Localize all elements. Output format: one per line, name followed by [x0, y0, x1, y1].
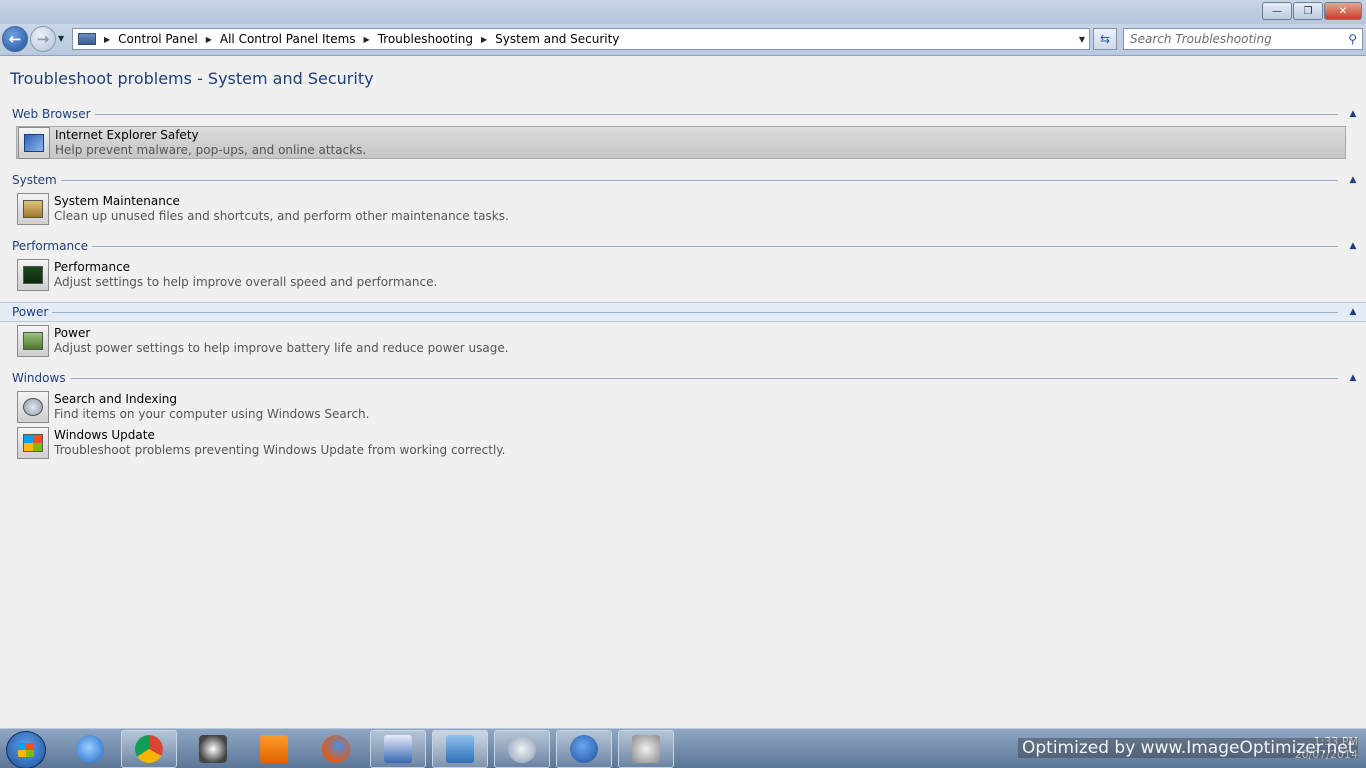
collapse-icon[interactable]: ▲ — [1346, 175, 1360, 185]
group-header-performance[interactable]: Performance ▲ — [0, 236, 1366, 256]
chevron-right-icon[interactable]: ▶ — [481, 35, 487, 44]
taskbar-help[interactable] — [556, 730, 612, 768]
taskbar-troubleshooting[interactable] — [494, 730, 550, 768]
vlc-icon — [260, 735, 288, 763]
internet-explorer-icon — [76, 735, 104, 763]
firefox-icon — [322, 735, 350, 763]
item-title: Performance — [54, 259, 131, 274]
search-placeholder: Search Troubleshooting — [1130, 32, 1272, 46]
item-title: Internet Explorer Safety — [55, 127, 199, 142]
item-title: Search and Indexing — [54, 391, 178, 406]
item-description: Help prevent malware, pop-ups, and onlin… — [55, 142, 367, 157]
collapse-icon[interactable]: ▲ — [1346, 307, 1360, 317]
word-icon — [384, 735, 412, 763]
group-title: System — [12, 173, 57, 187]
chevron-right-icon[interactable]: ▶ — [364, 35, 370, 44]
breadcrumb-all-items[interactable]: All Control Panel Items — [220, 32, 356, 46]
item-title: System Maintenance — [54, 193, 180, 208]
item-title: Power — [54, 325, 91, 340]
help-icon — [570, 735, 598, 763]
group-divider — [94, 113, 1338, 115]
back-button[interactable]: ← — [2, 26, 28, 52]
item-title: Windows Update — [54, 427, 155, 442]
power-icon — [17, 324, 49, 357]
group-title: Performance — [12, 239, 89, 253]
search-icon[interactable]: ⚲ — [1348, 32, 1357, 46]
start-button[interactable] — [6, 731, 46, 768]
collapse-icon[interactable]: ▲ — [1346, 373, 1360, 383]
control-panel-icon — [78, 33, 96, 45]
address-bar[interactable]: ▶ Control Panel ▶ All Control Panel Item… — [72, 28, 1090, 50]
group-header-power[interactable]: Power ▲ — [0, 302, 1366, 322]
refresh-icon: ⇆ — [1099, 32, 1111, 46]
group-divider — [69, 377, 1338, 379]
list-item[interactable]: Search and Indexing Find items on your c… — [16, 390, 1346, 423]
breadcrumb-troubleshooting[interactable]: Troubleshooting — [378, 32, 473, 46]
arrow-right-icon: → — [36, 30, 50, 48]
item-description: Adjust power settings to help improve ba… — [54, 340, 509, 355]
group-title: Web Browser — [12, 107, 91, 121]
search-indexing-icon — [17, 390, 49, 423]
watermark: Optimized by www.ImageOptimizer.net — [1018, 738, 1359, 758]
title-bar: — ❐ ✕ — [0, 0, 1366, 24]
windows-update-icon — [17, 426, 49, 459]
page-title: Troubleshoot problems - System and Secur… — [10, 69, 374, 88]
item-description: Find items on your computer using Window… — [54, 406, 370, 421]
arrow-left-icon: ← — [8, 30, 22, 48]
breadcrumb-control-panel[interactable]: Control Panel — [118, 32, 198, 46]
navigation-bar: ← → ▼ ▶ Control Panel ▶ All Control Pane… — [0, 24, 1366, 56]
group-header-web-browser[interactable]: Web Browser ▲ — [0, 104, 1366, 124]
taskbar-internet-explorer[interactable] — [62, 730, 118, 768]
search-input[interactable]: Search Troubleshooting ⚲ — [1123, 28, 1363, 50]
taskbar-vlc[interactable] — [246, 730, 302, 768]
refresh-button[interactable]: ⇆ — [1093, 28, 1117, 50]
breadcrumb-system-security[interactable]: System and Security — [495, 32, 619, 46]
collapse-icon[interactable]: ▲ — [1346, 241, 1360, 251]
address-dropdown-icon[interactable]: ▼ — [1079, 35, 1085, 44]
search-indexing-icon — [632, 735, 660, 763]
network-icon — [199, 735, 227, 763]
item-description: Troubleshoot problems preventing Windows… — [54, 442, 506, 457]
list-item[interactable]: Windows Update Troubleshoot problems pre… — [16, 426, 1346, 459]
list-item[interactable]: System Maintenance Clean up unused files… — [16, 192, 1346, 225]
chevron-right-icon[interactable]: ▶ — [104, 35, 110, 44]
recent-pages-dropdown[interactable]: ▼ — [58, 34, 64, 43]
minimize-button[interactable]: — — [1262, 2, 1292, 20]
taskbar-chrome[interactable] — [121, 730, 177, 768]
group-header-system[interactable]: System ▲ — [0, 170, 1366, 190]
taskbar-search-indexing[interactable] — [618, 730, 674, 768]
item-description: Adjust settings to help improve overall … — [54, 274, 438, 289]
group-divider — [52, 311, 1338, 313]
breadcrumb: ▶ Control Panel ▶ All Control Panel Item… — [96, 32, 619, 46]
control-panel-icon — [446, 735, 474, 763]
chevron-right-icon[interactable]: ▶ — [206, 35, 212, 44]
taskbar-control-panel[interactable] — [432, 730, 488, 768]
list-item[interactable]: Internet Explorer Safety Help prevent ma… — [16, 126, 1346, 159]
maintenance-icon — [17, 192, 49, 225]
main-content: Troubleshoot problems - System and Secur… — [0, 57, 1366, 727]
shield-icon — [18, 126, 50, 159]
group-title: Windows — [12, 371, 66, 385]
taskbar-word[interactable] — [370, 730, 426, 768]
group-divider — [92, 245, 1338, 247]
window-controls: — ❐ ✕ — [1261, 2, 1362, 20]
group-header-windows[interactable]: Windows ▲ — [0, 368, 1366, 388]
taskbar-firefox[interactable] — [308, 730, 364, 768]
taskbar-network[interactable] — [185, 730, 241, 768]
list-item[interactable]: Power Adjust power settings to help impr… — [16, 324, 1346, 357]
maximize-button[interactable]: ❐ — [1293, 2, 1323, 20]
collapse-icon[interactable]: ▲ — [1346, 109, 1360, 119]
list-item[interactable]: Performance Adjust settings to help impr… — [16, 258, 1346, 291]
group-title: Power — [12, 305, 49, 319]
troubleshooting-icon — [508, 735, 536, 763]
performance-monitor-icon — [17, 258, 49, 291]
group-divider — [60, 179, 1338, 181]
close-button[interactable]: ✕ — [1324, 2, 1362, 20]
item-description: Clean up unused files and shortcuts, and… — [54, 208, 509, 223]
forward-button[interactable]: → — [30, 26, 56, 52]
chrome-icon — [135, 735, 163, 763]
